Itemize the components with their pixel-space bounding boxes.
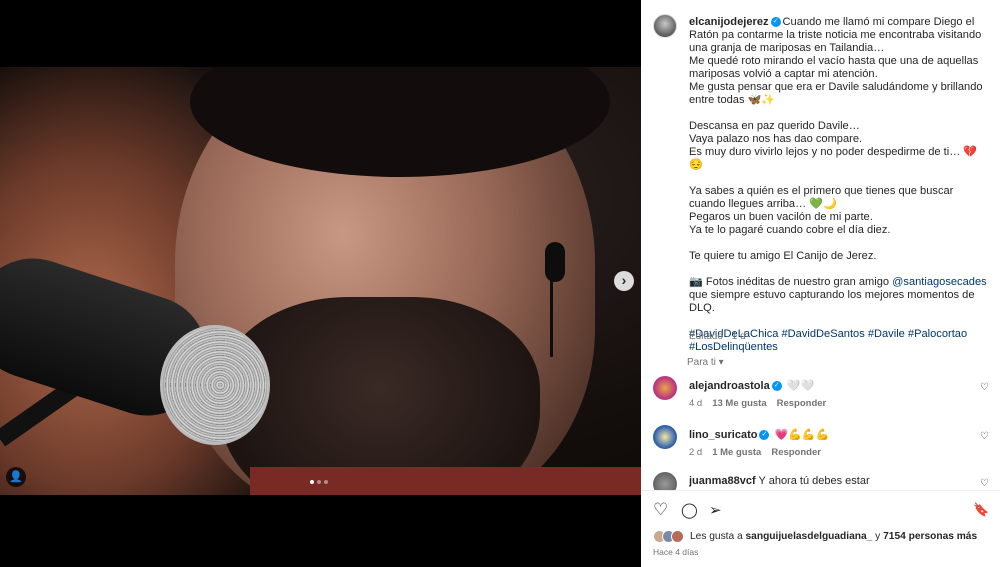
- comment-like-icon[interactable]: ♡: [980, 431, 989, 442]
- next-image-button[interactable]: ›: [614, 271, 634, 291]
- carousel-dot: [324, 480, 328, 484]
- commenter-avatar[interactable]: [653, 425, 677, 449]
- comment-item: lino_suricato ✓ 💗💪💪💪 2 d 1 Me gusta Respond…: [653, 425, 993, 469]
- reply-button[interactable]: Responder: [777, 398, 827, 409]
- reply-button[interactable]: Responder: [771, 447, 821, 458]
- commenter-avatar[interactable]: [653, 376, 677, 400]
- media-area: › 👤: [0, 0, 641, 567]
- edited-label: Editado · 1 d: [689, 331, 746, 342]
- action-bar: ♡ ◯ ➢ 🔖 Les gusta a sanguijuelasdelguadi…: [641, 490, 1000, 567]
- likes-prefix: Les gusta a: [690, 530, 746, 542]
- commenter-username[interactable]: juanma88vcf: [689, 475, 756, 487]
- likes-mid: y: [872, 530, 884, 542]
- post-caption: elcanijodejerez ✓ Cuando me llamó mi compa…: [689, 16, 989, 354]
- post-viewer: › 👤 elcanijodejerez ✓ Cuando me llamó mi c…: [0, 0, 1000, 567]
- post-side-panel: elcanijodejerez ✓ Cuando me llamó mi compa…: [641, 0, 1000, 567]
- post-photo[interactable]: [0, 67, 641, 495]
- comment-text: 💗💪💪💪: [771, 429, 830, 441]
- comment-time: 2 d: [689, 447, 703, 458]
- verified-badge-icon: ✓: [770, 17, 781, 28]
- caption-body: Cuando me llamó mi compare Diego el Rató…: [689, 16, 983, 288]
- post-time: Hace 4 días: [653, 547, 699, 557]
- carousel-dots: [310, 480, 328, 484]
- comment-sort-dropdown[interactable]: Para ti ▾: [687, 357, 724, 368]
- carousel-dot: [310, 480, 314, 484]
- carousel-dot: [317, 480, 321, 484]
- commenter-avatar[interactable]: [653, 472, 677, 490]
- comment-time: 4 d: [689, 398, 703, 409]
- liker-username[interactable]: sanguijuelasdelguadiana_: [746, 531, 873, 542]
- likes-count[interactable]: 7154 personas más: [883, 531, 977, 542]
- commenter-username[interactable]: lino_suricato: [689, 429, 757, 441]
- caption-mention[interactable]: @santiagosecades: [892, 276, 987, 288]
- liker-avatar: [671, 529, 684, 543]
- share-icon[interactable]: ➢: [709, 501, 722, 519]
- caption-area: elcanijodejerez ✓ Cuando me llamó mi compa…: [641, 0, 1000, 368]
- tagged-users-icon[interactable]: 👤: [6, 467, 26, 487]
- comment-icon[interactable]: ◯: [681, 501, 698, 519]
- comment-text: 🤍🤍: [783, 380, 815, 392]
- commenter-username[interactable]: alejandroastola: [689, 380, 770, 392]
- likes-summary: Les gusta a sanguijuelasdelguadiana_ y 7…: [653, 529, 977, 543]
- save-icon[interactable]: 🔖: [973, 502, 989, 518]
- comment-likes[interactable]: 13 Me gusta: [712, 398, 766, 409]
- author-avatar[interactable]: [653, 14, 677, 38]
- author-username[interactable]: elcanijodejerez: [689, 16, 769, 28]
- comment-item: alejandroastola ✓ 🤍🤍 4 d 13 Me gusta Respon…: [653, 376, 993, 420]
- verified-badge-icon: ✓: [771, 381, 782, 392]
- comment-likes[interactable]: 1 Me gusta: [712, 447, 761, 458]
- like-icon[interactable]: ♡: [653, 500, 668, 520]
- comment-text: Y ahora tú debes estar: [755, 475, 870, 487]
- comment-like-icon[interactable]: ♡: [980, 478, 989, 489]
- comment-meta: 2 d 1 Me gusta Responder: [689, 447, 831, 458]
- comment-item: juanma88vcf Y ahora tú debes estar ♡: [653, 472, 993, 490]
- verified-badge-icon: ✓: [759, 430, 770, 441]
- comment-like-icon[interactable]: ♡: [980, 382, 989, 393]
- comment-meta: 4 d 13 Me gusta Responder: [689, 398, 836, 409]
